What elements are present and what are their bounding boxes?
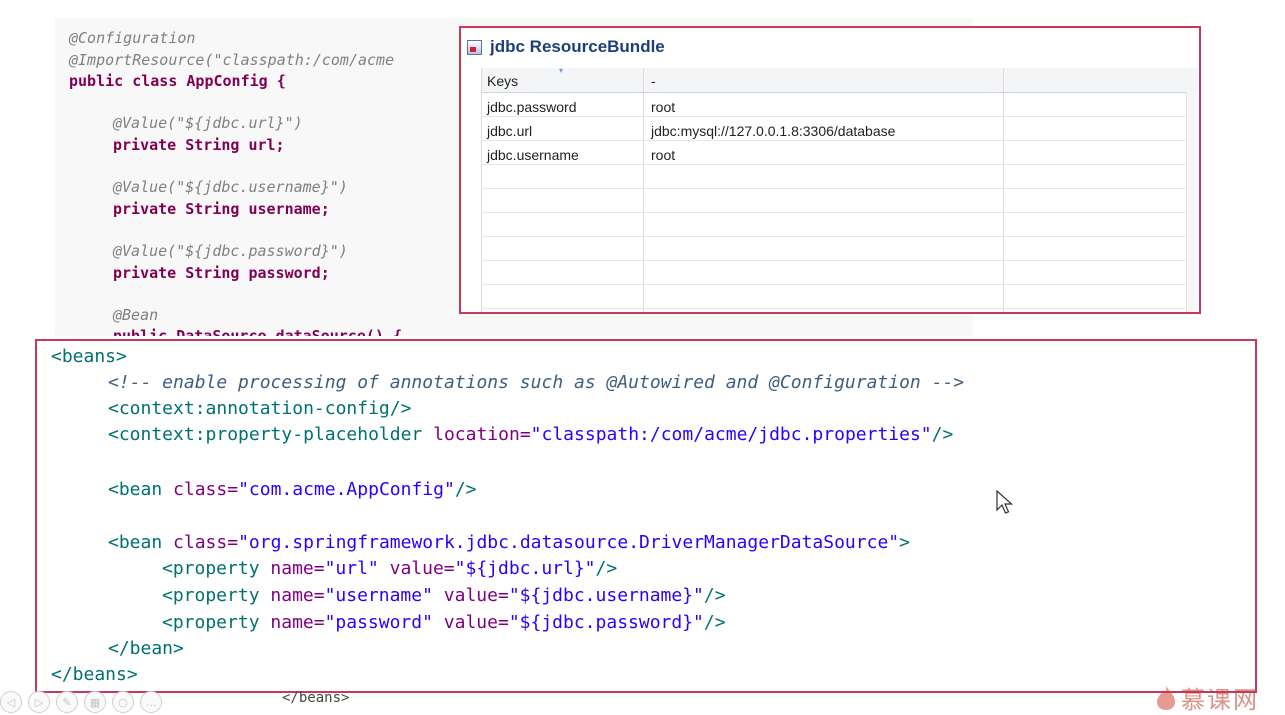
zoom-icon[interactable]: ○ (112, 691, 134, 713)
xml-attr: class= (173, 479, 239, 500)
property-value[interactable]: jdbc:mysql://127.0.0.1.8:3306/database (651, 123, 895, 139)
xml-tag: /> (703, 585, 726, 606)
column-divider[interactable] (643, 68, 644, 312)
row-divider (481, 212, 1197, 213)
column-header-keys[interactable]: Keys (487, 73, 518, 89)
column-header-value[interactable]: - (651, 73, 656, 89)
xml-tag: > (899, 532, 910, 553)
xml-value: "org.springframework.jdbc.datasource.Dri… (238, 532, 900, 553)
xml-value: "${jdbc.password}" (508, 612, 704, 633)
pen-icon[interactable]: ✎ (56, 691, 78, 713)
table-header: ▾ Keys - (481, 66, 1197, 93)
row-divider (481, 116, 1197, 117)
xml-line: <property name="password" value="${jdbc.… (162, 611, 726, 635)
xml-config-panel: <beans> <!-- enable processing of annota… (35, 339, 1257, 693)
xml-line: <bean class="com.acme.AppConfig"/> (108, 478, 477, 502)
xml-value: "url" (324, 558, 379, 579)
properties-table: ▾ Keys - jdbc.password root jdbc.url jdb… (481, 66, 1197, 312)
xml-line: <bean class="org.springframework.jdbc.da… (108, 531, 910, 555)
xml-attr: name= (270, 612, 325, 633)
xml-value: "password" (324, 612, 433, 633)
property-key[interactable]: jdbc.password (487, 99, 577, 115)
xml-tag: <property (162, 558, 260, 579)
property-value[interactable]: root (651, 147, 675, 163)
sort-indicator-icon: ▾ (559, 66, 564, 75)
code-text: public class AppConfig { (69, 72, 286, 90)
watermark-text: 慕课网 (1181, 686, 1259, 714)
code-line: @ImportResource("classpath:/com/acme (69, 51, 395, 69)
xml-tag: <context:property-placeholder (108, 424, 423, 445)
code-line: public class AppConfig { (69, 72, 286, 90)
xml-line: <property name="username" value="${jdbc.… (162, 584, 726, 608)
xml-value: "${jdbc.username}" (508, 585, 704, 606)
code-line: public DataSource dataSource() { (113, 327, 402, 336)
row-divider (481, 188, 1197, 189)
xml-tag: /> (931, 424, 954, 445)
row-divider (481, 140, 1197, 141)
xml-attr: location= (433, 424, 531, 445)
xml-value: "com.acme.AppConfig" (238, 479, 455, 500)
xml-tag: <bean (108, 532, 163, 553)
xml-value: "classpath:/com/acme/jdbc.properties" (530, 424, 932, 445)
xml-attr: name= (270, 585, 325, 606)
xml-tag: <property (162, 612, 260, 633)
mouse-cursor-icon (996, 490, 1014, 514)
code-line: @Bean (113, 306, 159, 324)
xml-line: <context:annotation-config/> (108, 398, 412, 419)
code-line: private String username; (113, 200, 330, 218)
xml-tag: /> (595, 558, 618, 579)
property-key[interactable]: jdbc.username (487, 147, 579, 163)
xml-attr: value= (443, 612, 509, 633)
xml-line: <beans> (51, 346, 127, 367)
xml-tag: <property (162, 585, 260, 606)
xml-line: </bean> (108, 638, 184, 659)
xml-comment: <!-- enable processing of annotations su… (108, 372, 965, 393)
next-icon[interactable]: ▷ (28, 691, 50, 713)
flame-logo-icon (1157, 685, 1175, 710)
xml-tag: <bean (108, 479, 163, 500)
property-key[interactable]: jdbc.url (487, 123, 532, 139)
window-title: jdbc ResourceBundle (490, 37, 665, 56)
xml-line: <property name="url" value="${jdbc.url}"… (162, 557, 617, 581)
xml-attr: value= (443, 585, 509, 606)
property-value[interactable]: root (651, 99, 675, 115)
code-line: @Value("${jdbc.password}") (113, 242, 348, 260)
code-line: @Value("${jdbc.url}") (113, 114, 303, 132)
code-line: @Configuration (69, 29, 196, 47)
xml-attr: class= (173, 532, 239, 553)
background-code-text: </beans> (282, 690, 350, 706)
xml-value: "${jdbc.url}" (454, 558, 596, 579)
xml-value: "username" (324, 585, 433, 606)
row-divider (481, 164, 1197, 165)
more-icon[interactable]: … (140, 691, 162, 713)
xml-tag: /> (703, 612, 726, 633)
code-line: @Value("${jdbc.username}") (113, 178, 348, 196)
xml-attr: value= (389, 558, 455, 579)
previous-icon[interactable]: ◁ (0, 691, 22, 713)
xml-tag: /> (454, 479, 477, 500)
grid-icon[interactable]: ▦ (84, 691, 106, 713)
column-divider (481, 68, 482, 312)
properties-file-icon (467, 39, 482, 55)
row-divider (481, 284, 1197, 285)
row-divider (481, 308, 1197, 309)
xml-line: <context:property-placeholder location="… (108, 423, 953, 447)
row-divider (481, 236, 1197, 237)
site-watermark: 慕课网 (1155, 680, 1259, 715)
vertical-scrollbar[interactable] (1186, 92, 1197, 312)
column-divider[interactable] (1003, 68, 1004, 312)
resource-bundle-window: jdbc ResourceBundle ▾ Keys - jdbc.passwo… (459, 26, 1201, 314)
player-controls: ◁ ▷ ✎ ▦ ○ … (0, 691, 162, 713)
xml-attr: name= (270, 558, 325, 579)
xml-line: </beans> (51, 664, 138, 685)
code-line: private String password; (113, 264, 330, 282)
row-divider (481, 260, 1197, 261)
window-title-bar: jdbc ResourceBundle (467, 36, 665, 58)
code-line: private String url; (113, 136, 285, 154)
